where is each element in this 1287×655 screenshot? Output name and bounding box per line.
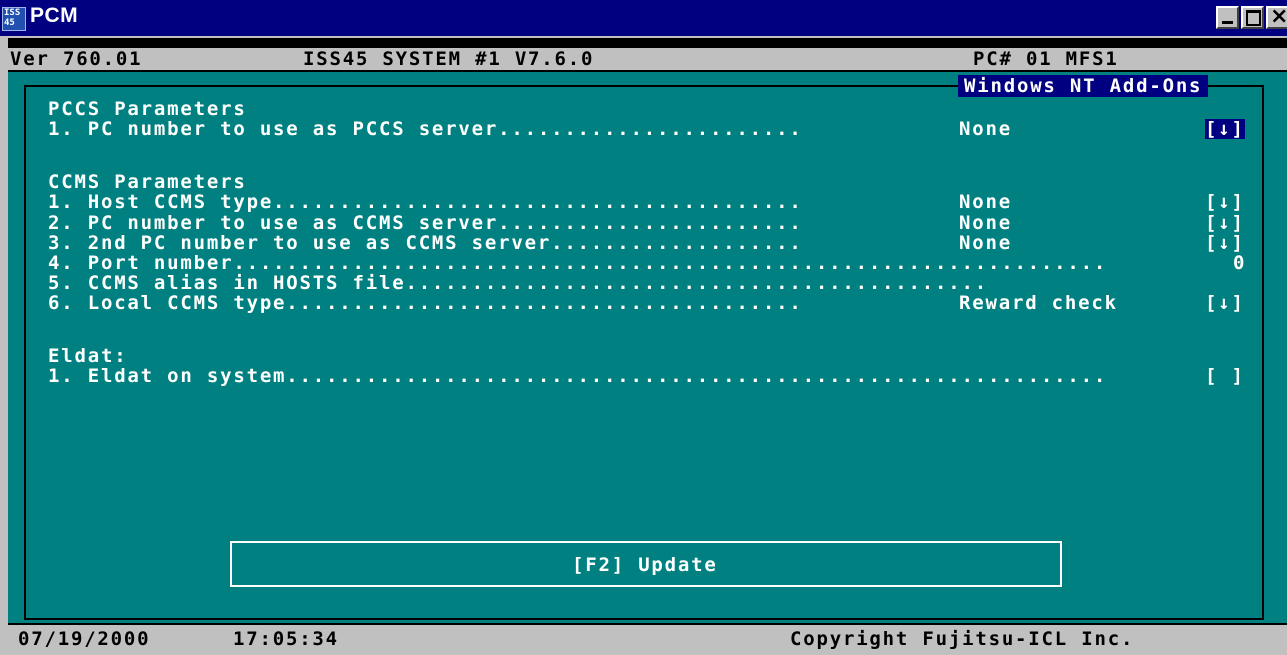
ccms-item-2-dropdown[interactable]: [↓]	[1205, 213, 1245, 233]
ccms-item-6-value[interactable]: Reward check	[959, 293, 1118, 313]
ccms-item-1-label: 1. Host CCMS type.......................…	[48, 191, 803, 213]
ccms-item-2-value[interactable]: None	[959, 213, 1012, 233]
pcm-window: ISS 45 PCM Ver 760.01 ISS45 SYSTEM #1 V7…	[0, 0, 1287, 655]
maximize-button[interactable]	[1241, 6, 1264, 29]
panel-border	[24, 85, 1264, 620]
pccs-item-1-dropdown[interactable]: [↓]	[1205, 119, 1245, 139]
app-icon-label-top: ISS	[4, 8, 21, 18]
ccms-item-3-dropdown[interactable]: [↓]	[1205, 233, 1245, 253]
ccms-item-1-dropdown[interactable]: [↓]	[1205, 192, 1245, 212]
eldat-checkbox[interactable]: [ ]	[1205, 366, 1245, 386]
status-time: 17:05:34	[233, 628, 339, 650]
status-copyright: Copyright Fujitsu-ICL Inc.	[790, 628, 1135, 650]
pccs-item-1-label: 1. PC number to use as PCCS server......…	[48, 118, 803, 140]
ccms-item-6-dropdown[interactable]: [↓]	[1205, 293, 1245, 313]
ccms-item-3-label: 3. 2nd PC number to use as CCMS server..…	[48, 232, 803, 254]
title-bar[interactable]: ISS 45 PCM	[0, 0, 1287, 36]
ccms-heading: CCMS Parameters	[48, 171, 247, 193]
update-button-label: [F2] Update	[572, 554, 718, 576]
ccms-item-5-label: 5. CCMS alias in HOSTS file.............…	[48, 273, 988, 293]
ccms-item-2-label: 2. PC number to use as CCMS server......…	[48, 212, 803, 234]
app-icon-label-bottom: 45	[4, 18, 15, 28]
minimize-button[interactable]	[1216, 6, 1239, 29]
port-number-field[interactable]: 0	[1233, 253, 1246, 273]
ccms-item-6-label: 6. Local CCMS type......................…	[48, 292, 803, 314]
ccms-item-1-value[interactable]: None	[959, 192, 1012, 212]
status-bar: 07/19/2000 17:05:34 Copyright Fujitsu-IC…	[8, 625, 1287, 655]
update-button[interactable]: [F2] Update	[230, 541, 1062, 587]
pccs-item-1-value[interactable]: None	[959, 119, 1012, 139]
ccms-item-4-label: 4. Port number..........................…	[48, 253, 1108, 273]
ccms-item-3-value[interactable]: None	[959, 233, 1012, 253]
close-button[interactable]	[1266, 4, 1287, 29]
header-bar: Ver 760.01 ISS45 SYSTEM #1 V7.6.0 PC# 01…	[8, 48, 1287, 70]
app-icon[interactable]: ISS 45	[2, 7, 26, 31]
console-area: Ver 760.01 ISS45 SYSTEM #1 V7.6.0 PC# 01…	[8, 38, 1287, 655]
screen-subtitle: Windows NT Add-Ons	[958, 75, 1209, 97]
system-text: ISS45 SYSTEM #1 V7.6.0	[303, 48, 595, 70]
version-text: Ver 760.01	[10, 48, 143, 70]
pc-text: PC# 01 MFS1	[973, 48, 1119, 70]
status-date: 07/19/2000	[18, 628, 151, 650]
eldat-heading: Eldat:	[48, 345, 128, 367]
pccs-heading: PCCS Parameters	[48, 98, 247, 120]
window-title: PCM	[30, 4, 79, 27]
eldat-item-1-label: 1. Eldat on system......................…	[48, 366, 1108, 386]
